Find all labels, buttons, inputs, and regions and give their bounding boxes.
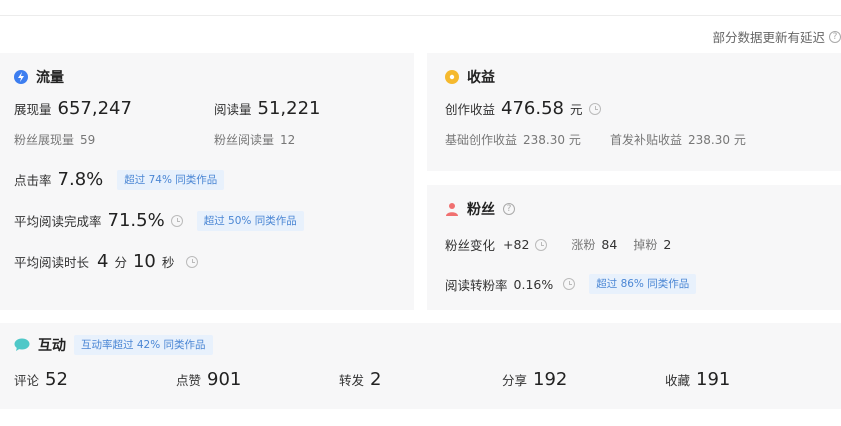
first-revenue-label: 首发补贴收益 bbox=[610, 133, 683, 147]
creation-revenue-unit: 元 bbox=[570, 102, 583, 117]
fan-change-stat: 粉丝变化 +82 涨粉 84 掉粉 2 bbox=[445, 235, 671, 254]
notice-text: 部分数据更新有延迟 bbox=[712, 30, 825, 45]
base-revenue-label: 基础创作收益 bbox=[445, 133, 518, 147]
minutes-unit: 分 bbox=[114, 255, 127, 270]
traffic-title-text: 流量 bbox=[36, 70, 64, 86]
interaction-card: 互动 互动率超过 42% 同类作品 评论 52 点赞 901 转发 2 分享 1… bbox=[0, 323, 841, 409]
ctr-label: 点击率 bbox=[14, 173, 52, 188]
impressions-value: 657,247 bbox=[57, 98, 132, 119]
fan-loss-value: 2 bbox=[663, 237, 672, 252]
comments-stat: 评论 52 bbox=[14, 369, 68, 390]
favorites-label: 收藏 bbox=[665, 373, 691, 388]
shares-label: 分享 bbox=[502, 373, 528, 388]
fans-card: 粉丝 ? 粉丝变化 +82 涨粉 84 掉粉 2 阅读转粉率 0.16% 超过 … bbox=[427, 185, 841, 310]
impressions-stat: 展现量 657,247 bbox=[14, 98, 132, 119]
likes-stat: 点赞 901 bbox=[176, 369, 241, 390]
fan-impressions-stat: 粉丝展现量 59 bbox=[14, 131, 95, 148]
ctr-badge: 超过 74% 同类作品 bbox=[117, 169, 225, 190]
reposts-label: 转发 bbox=[339, 373, 365, 388]
fans-title-text: 粉丝 bbox=[467, 202, 495, 218]
clock-icon[interactable] bbox=[186, 255, 199, 268]
header-divider bbox=[0, 15, 841, 16]
fan-impressions-value: 59 bbox=[80, 133, 96, 147]
favorites-stat: 收藏 191 bbox=[665, 369, 730, 390]
duration-seconds: 10 bbox=[132, 251, 156, 272]
fan-impressions-label: 粉丝展现量 bbox=[14, 133, 75, 147]
duration-stat: 平均阅读时长 4 分 10 秒 bbox=[14, 251, 199, 272]
completion-value: 71.5% bbox=[107, 210, 165, 231]
fan-conversion-badge: 超过 86% 同类作品 bbox=[589, 274, 697, 294]
fan-reads-stat: 粉丝阅读量 12 bbox=[214, 131, 295, 148]
revenue-title: 收益 bbox=[445, 67, 495, 87]
first-revenue-stat: 首发补贴收益 238.30 元 bbox=[610, 131, 746, 148]
fan-gain-label: 涨粉 bbox=[571, 238, 596, 252]
clock-icon[interactable] bbox=[170, 214, 183, 227]
fan-conversion-value: 0.16% bbox=[513, 276, 554, 292]
chat-bubble-icon bbox=[14, 338, 30, 352]
shares-stat: 分享 192 bbox=[502, 369, 567, 390]
likes-label: 点赞 bbox=[176, 373, 202, 388]
creation-revenue-stat: 创作收益 476.58 元 bbox=[445, 98, 601, 119]
data-delay-notice: 部分数据更新有延迟 ? bbox=[712, 27, 841, 46]
ctr-value: 7.8% bbox=[57, 169, 104, 190]
completion-badge: 超过 50% 同类作品 bbox=[196, 210, 304, 231]
person-icon bbox=[445, 202, 459, 216]
clock-icon[interactable] bbox=[588, 102, 601, 115]
likes-value: 901 bbox=[207, 369, 242, 390]
favorites-value: 191 bbox=[696, 369, 731, 390]
fan-gain-value: 84 bbox=[601, 237, 618, 252]
reads-value: 51,221 bbox=[257, 98, 321, 119]
ctr-stat: 点击率 7.8% 超过 74% 同类作品 bbox=[14, 169, 225, 190]
fans-title: 粉丝 ? bbox=[445, 199, 515, 219]
fan-change-label: 粉丝变化 bbox=[445, 238, 496, 253]
interaction-title-text: 互动 bbox=[38, 338, 66, 354]
fan-reads-value: 12 bbox=[280, 133, 296, 147]
coin-icon bbox=[445, 70, 459, 84]
question-icon[interactable]: ? bbox=[503, 203, 515, 215]
reposts-stat: 转发 2 bbox=[339, 369, 381, 390]
creation-revenue-label: 创作收益 bbox=[445, 102, 496, 117]
duration-label: 平均阅读时长 bbox=[14, 255, 90, 270]
interaction-badge: 互动率超过 42% 同类作品 bbox=[74, 335, 213, 355]
traffic-title: 流量 bbox=[14, 67, 64, 87]
comments-value: 52 bbox=[45, 369, 68, 390]
lightning-icon bbox=[14, 70, 28, 84]
reads-label: 阅读量 bbox=[214, 102, 252, 117]
fan-loss-label: 掉粉 bbox=[633, 238, 658, 252]
reposts-value: 2 bbox=[370, 369, 382, 390]
clock-icon[interactable] bbox=[563, 278, 576, 290]
fan-change-value: +82 bbox=[503, 237, 530, 252]
base-revenue-value: 238.30 元 bbox=[523, 133, 581, 147]
base-revenue-stat: 基础创作收益 238.30 元 bbox=[445, 131, 581, 148]
comments-label: 评论 bbox=[14, 373, 40, 388]
interaction-title: 互动 互动率超过 42% 同类作品 bbox=[14, 335, 213, 355]
shares-value: 192 bbox=[533, 369, 568, 390]
fan-conversion-label: 阅读转粉率 bbox=[445, 277, 508, 293]
fan-conversion-stat: 阅读转粉率 0.16% 超过 86% 同类作品 bbox=[445, 274, 697, 294]
impressions-label: 展现量 bbox=[14, 102, 52, 117]
fan-reads-label: 粉丝阅读量 bbox=[214, 133, 275, 147]
first-revenue-value: 238.30 元 bbox=[688, 133, 746, 147]
traffic-card: 流量 展现量 657,247 阅读量 51,221 粉丝展现量 59 粉丝阅读量… bbox=[0, 53, 414, 310]
revenue-card: 收益 创作收益 476.58 元 基础创作收益 238.30 元 首发补贴收益 … bbox=[427, 53, 841, 171]
completion-stat: 平均阅读完成率 71.5% 超过 50% 同类作品 bbox=[14, 210, 304, 231]
reads-stat: 阅读量 51,221 bbox=[214, 98, 321, 119]
question-icon[interactable]: ? bbox=[829, 30, 841, 43]
creation-revenue-value: 476.58 bbox=[501, 98, 564, 119]
clock-icon[interactable] bbox=[535, 238, 548, 251]
seconds-unit: 秒 bbox=[161, 255, 175, 270]
duration-minutes: 4 bbox=[97, 251, 109, 272]
revenue-title-text: 收益 bbox=[467, 70, 495, 86]
completion-label: 平均阅读完成率 bbox=[14, 214, 102, 229]
